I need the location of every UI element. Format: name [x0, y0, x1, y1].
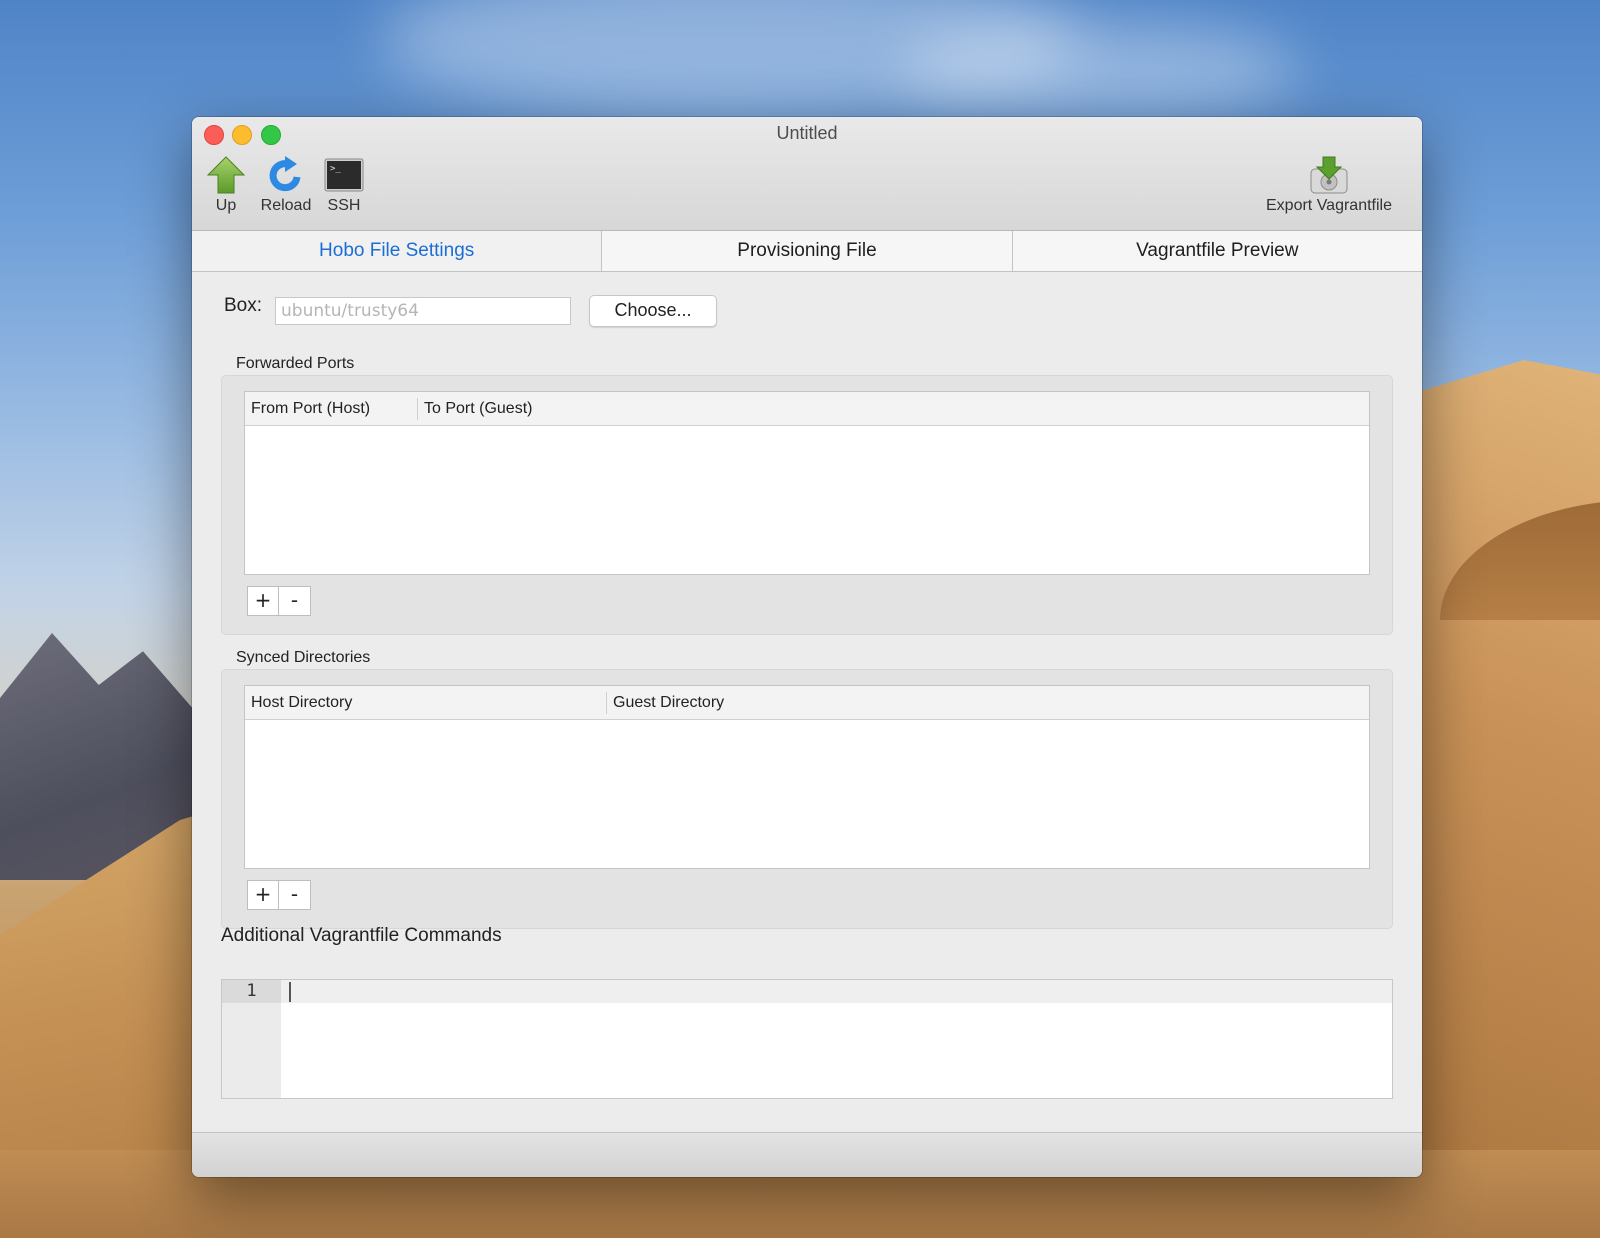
ssh-label: SSH [327, 197, 361, 214]
synced-directories-title: Synced Directories [236, 649, 371, 666]
column-from-port[interactable]: From Port (Host) [245, 392, 370, 425]
export-disk-icon [1310, 156, 1348, 194]
tab-provisioning-file[interactable]: Provisioning File [602, 231, 1013, 271]
export-vagrantfile-button[interactable]: Export Vagrantfile [1246, 155, 1412, 215]
choose-box-button[interactable]: Choose... [589, 295, 717, 327]
forwarded-ports-panel: From Port (Host) To Port (Guest) + - [221, 375, 1393, 635]
remove-forwarded-port-button[interactable]: - [279, 586, 311, 616]
synced-directories-header: Host Directory Guest Directory [245, 686, 1369, 720]
synced-directories-controls: + - [247, 880, 311, 910]
column-host-directory[interactable]: Host Directory [245, 686, 352, 719]
export-vagrantfile-label: Export Vagrantfile [1266, 197, 1392, 214]
add-synced-directory-button[interactable]: + [247, 880, 279, 910]
additional-commands-editor[interactable]: 1 [221, 979, 1393, 1099]
tab-vagrantfile-preview[interactable]: Vagrantfile Preview [1012, 231, 1422, 271]
box-label: Box: [224, 295, 263, 316]
column-to-port[interactable]: To Port (Guest) [418, 392, 532, 425]
box-input[interactable] [275, 297, 571, 325]
add-forwarded-port-button[interactable]: + [247, 586, 279, 616]
text-cursor [289, 982, 291, 1002]
ssh-button[interactable]: >_ SSH [322, 155, 366, 215]
reload-icon [269, 156, 301, 192]
synced-directories-table[interactable]: Host Directory Guest Directory [244, 685, 1370, 869]
svg-text:>_: >_ [330, 164, 341, 174]
forwarded-ports-table[interactable]: From Port (Host) To Port (Guest) [244, 391, 1370, 575]
column-guest-directory[interactable]: Guest Directory [607, 686, 724, 719]
status-bar [192, 1132, 1422, 1177]
reload-label: Reload [260, 197, 312, 214]
reload-button[interactable]: Reload [258, 155, 314, 215]
app-window: Untitled Up Reload >_ SSH Export Vagrant… [192, 117, 1422, 1177]
window-title: Untitled [776, 123, 838, 143]
up-label: Up [215, 197, 237, 214]
remove-synced-directory-button[interactable]: - [279, 880, 311, 910]
terminal-icon: >_ [324, 158, 364, 192]
titlebar: Untitled Up Reload >_ SSH Export Vagrant… [192, 117, 1422, 231]
up-arrow-icon [206, 156, 246, 194]
forwarded-ports-controls: + - [247, 586, 311, 616]
additional-commands-title: Additional Vagrantfile Commands [221, 925, 502, 946]
tab-hobo-file-settings[interactable]: Hobo File Settings [192, 231, 603, 271]
line-number: 1 [222, 980, 281, 1003]
active-line-highlight [281, 980, 1392, 1003]
forwarded-ports-title: Forwarded Ports [236, 355, 355, 372]
tab-bar: Hobo File Settings Provisioning File Vag… [192, 231, 1422, 272]
forwarded-ports-header: From Port (Host) To Port (Guest) [245, 392, 1369, 426]
synced-directories-panel: Host Directory Guest Directory + - [221, 669, 1393, 929]
up-button[interactable]: Up [204, 155, 248, 215]
